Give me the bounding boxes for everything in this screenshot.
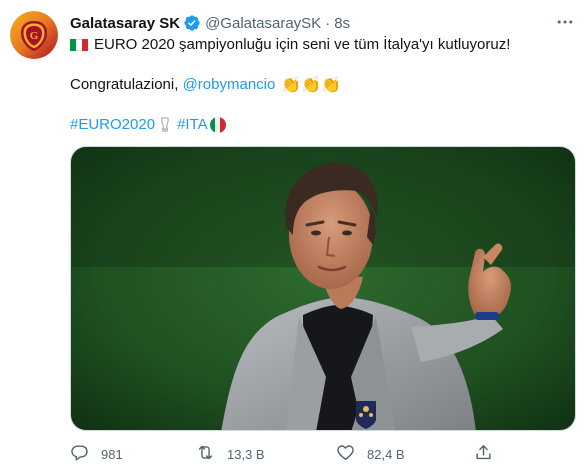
tweet-hashtags: #EURO2020 #ITA xyxy=(70,115,226,135)
author-handle[interactable]: @GalatasaraySK xyxy=(205,15,321,32)
clapping-hands-icon: 👏👏👏 xyxy=(281,75,342,94)
italy-flag-icon xyxy=(209,117,226,133)
svg-text:G: G xyxy=(30,30,39,42)
galatasaray-logo: G xyxy=(10,11,58,59)
tweet-photo[interactable] xyxy=(70,146,576,431)
share-icon xyxy=(474,443,493,465)
tweet-text-line-2: Congratulazioni, @robymancio 👏👏👏 xyxy=(70,75,341,95)
separator-dot: · xyxy=(325,14,331,32)
tweet[interactable]: G Galatasaray SK @GalatasaraySK · 8s EUR… xyxy=(0,0,584,475)
italy-flag-icon xyxy=(70,39,88,51)
more-icon[interactable] xyxy=(553,12,577,32)
like-count: 82,4 B xyxy=(367,446,405,462)
tweet-text-congrats: Congratulazioni, xyxy=(70,76,183,93)
timestamp[interactable]: 8s xyxy=(334,15,350,32)
photo-man-pointing xyxy=(71,147,575,430)
like-icon xyxy=(336,443,355,465)
author-name[interactable]: Galatasaray SK xyxy=(70,15,180,32)
verified-badge-icon xyxy=(183,14,201,32)
retweet-count: 13,3 B xyxy=(227,446,265,462)
tweet-text-turkish: EURO 2020 şampiyonluğu için seni ve tüm … xyxy=(94,36,511,53)
reply-icon xyxy=(70,443,89,465)
retweet-icon xyxy=(196,443,215,465)
mention-link[interactable]: @robymancio xyxy=(183,75,276,95)
reply-button[interactable]: 981 xyxy=(70,443,123,465)
tweet-actions: 981 13,3 B 82,4 B xyxy=(70,441,510,467)
retweet-button[interactable]: 13,3 B xyxy=(196,443,265,465)
share-button[interactable] xyxy=(474,443,493,465)
trophy-icon xyxy=(159,117,171,133)
hashtag-ita[interactable]: #ITA xyxy=(177,115,208,135)
tweet-header: Galatasaray SK @GalatasaraySK · 8s xyxy=(70,13,350,33)
hashtag-euro2020[interactable]: #EURO2020 xyxy=(70,115,155,135)
tweet-text-line-1: EURO 2020 şampiyonluğu için seni ve tüm … xyxy=(70,35,510,55)
reply-count: 981 xyxy=(101,446,123,462)
like-button[interactable]: 82,4 B xyxy=(336,443,405,465)
avatar[interactable]: G xyxy=(10,11,58,59)
